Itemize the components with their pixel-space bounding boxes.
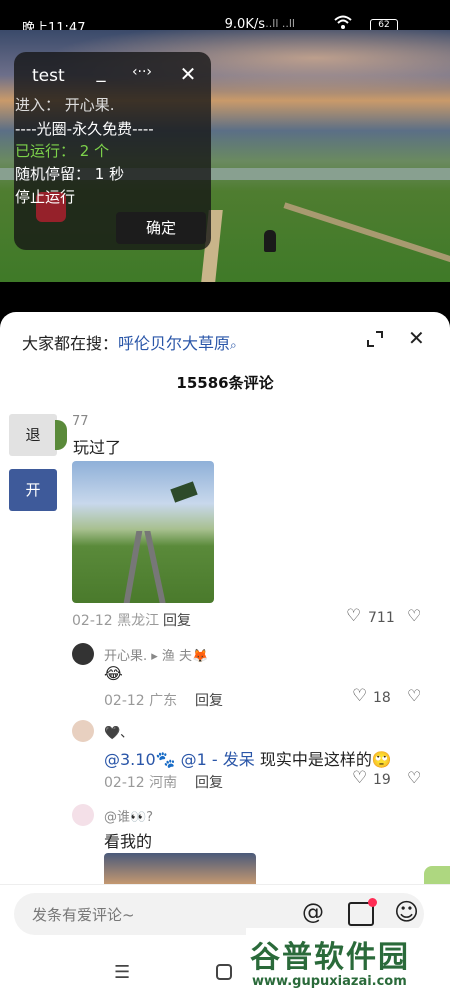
like-count: 711 [368,610,395,626]
like-heart-icon[interactable]: ♡ [352,768,367,788]
like-count: 18 [373,690,391,706]
search-keyword-link[interactable]: 呼伦贝尔大草原 [118,334,230,353]
floating-script-window[interactable]: test _ ‹··› ✕ 进入： 开心果. ----光圈-永久免费---- 已… [14,52,211,250]
open-button[interactable]: 开 [9,469,57,511]
reply-button[interactable]: 回复 [163,610,191,630]
comment-username[interactable]: 77 [72,414,89,429]
like-count: 19 [373,772,391,788]
mention-link[interactable]: @3.10🐾 @1 - 发呆 [104,750,255,769]
stop-running-label[interactable]: 停止运行 [15,186,75,207]
comment-date-location: 02-12 黑龙江 [72,613,160,629]
confirm-button[interactable]: 确定 [116,212,206,244]
move-handle-icon[interactable]: ‹··› [128,64,156,80]
reply-button[interactable]: 回复 [195,690,223,710]
float-close-button[interactable]: ✕ [176,62,200,86]
comment-date-location: 02-12 广东 [104,693,178,709]
comment-text: @3.10🐾 @1 - 发呆 现实中是这样的🙄 [104,750,392,769]
comment-count: 15586条评论 [176,374,274,392]
minimize-button[interactable]: _ [88,58,114,88]
avatar[interactable] [72,720,94,742]
search-icon[interactable]: ⌕ [230,338,237,352]
float-window-title: test [32,66,65,86]
dislike-icon[interactable]: ♡ [407,686,421,705]
comment-text: 😂 [104,664,123,683]
status-line-stay: 随机停留： 1 秒 [15,165,125,183]
avatar[interactable] [72,643,94,665]
like-heart-icon[interactable]: ♡ [346,606,361,626]
comment-input-placeholder[interactable]: 发条有爱评论~ [32,904,135,925]
avatar[interactable] [55,420,67,450]
watermark-url: www.gupuxiazai.com [252,974,407,989]
comment-text: 玩过了 [73,438,122,457]
close-icon[interactable]: ✕ [408,326,425,350]
home-icon[interactable] [216,964,232,980]
comment-username[interactable]: 🖤、 [104,722,133,741]
comment-text: 看我的 [104,832,153,851]
emoji-icon[interactable]: ☺ [394,898,419,926]
at-mention-icon[interactable]: @ [302,900,324,925]
status-line-running: 已运行： 2 个 [15,142,110,160]
comment-username[interactable]: @谁👀? [104,806,153,825]
exit-button[interactable]: 退 [9,414,57,456]
person-figure [264,230,276,252]
expand-icon[interactable] [366,330,384,348]
status-line-promo: ----光圈-永久免费---- [15,120,154,138]
trending-search[interactable]: 大家都在搜：呼伦贝尔大草原⌕ [22,330,237,354]
comment-username[interactable]: 开心果. ▸ 渔 夫🦊 [104,645,208,664]
menu-icon[interactable]: ☰ [114,962,130,983]
status-bar: 晚上11:47 9.0K/s ..ll ..ll 62 [0,0,450,36]
watermark-text: 谷普软件园 [250,940,410,975]
dislike-icon[interactable]: ♡ [407,606,421,625]
avatar[interactable] [72,804,94,826]
like-heart-icon[interactable]: ♡ [352,686,367,706]
comment-image[interactable] [104,853,256,885]
status-line-enter: 进入： 开心果. [15,96,115,114]
dislike-icon[interactable]: ♡ [407,768,421,787]
search-prefix: 大家都在搜： [22,334,119,353]
reply-button[interactable]: 回复 [195,772,223,792]
notification-dot [368,898,377,907]
comment-date-location: 02-12 河南 [104,775,178,791]
comment-image[interactable] [72,461,214,603]
signal-icon: ..ll ..ll [265,17,295,30]
